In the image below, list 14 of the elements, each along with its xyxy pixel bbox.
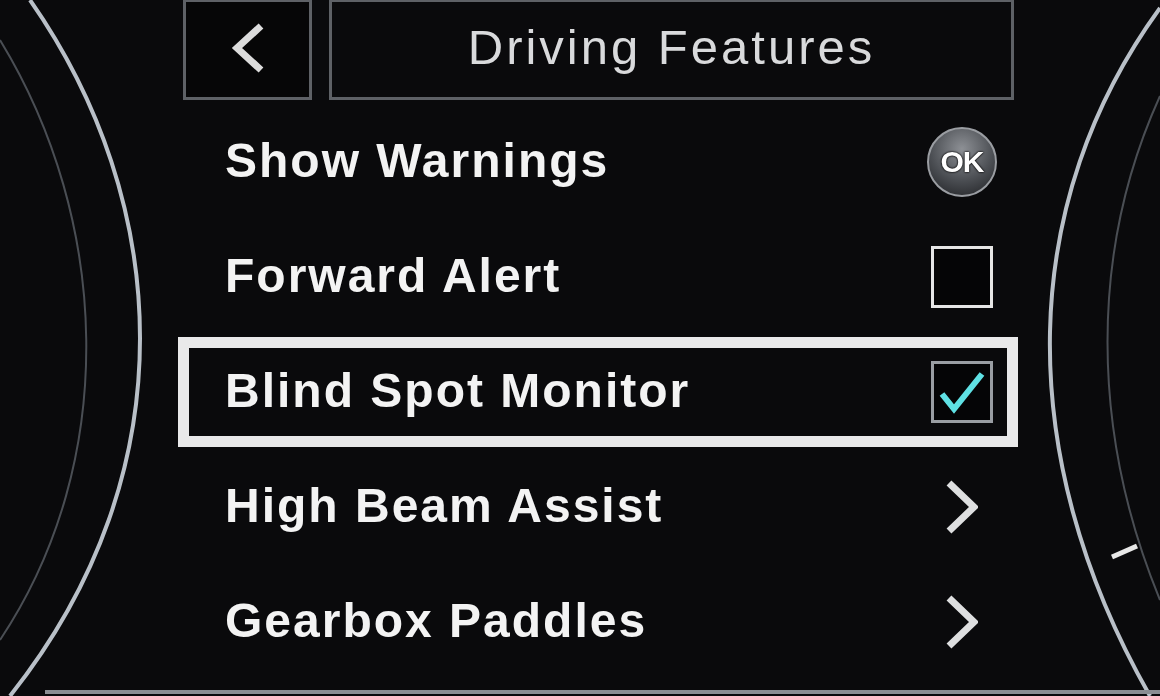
ok-badge: OK (927, 127, 997, 197)
screen-title: Driving Features (467, 18, 876, 75)
menu-item[interactable]: Show Warnings OK (178, 107, 1018, 217)
chevron-right-icon (946, 480, 978, 534)
menu-item[interactable]: Blind Spot Monitor (178, 337, 1018, 447)
menu-item[interactable]: Gearbox Paddles (178, 567, 1018, 677)
menu-item[interactable]: Forward Alert (178, 222, 1018, 332)
dial-tick (1111, 543, 1138, 560)
checkmark-icon (939, 370, 985, 414)
chevron-right-icon (946, 595, 978, 649)
back-button[interactable] (183, 0, 312, 100)
checkbox[interactable] (931, 361, 993, 423)
chevron-left-icon (230, 22, 265, 73)
menu-item[interactable]: High Beam Assist (178, 452, 1018, 562)
